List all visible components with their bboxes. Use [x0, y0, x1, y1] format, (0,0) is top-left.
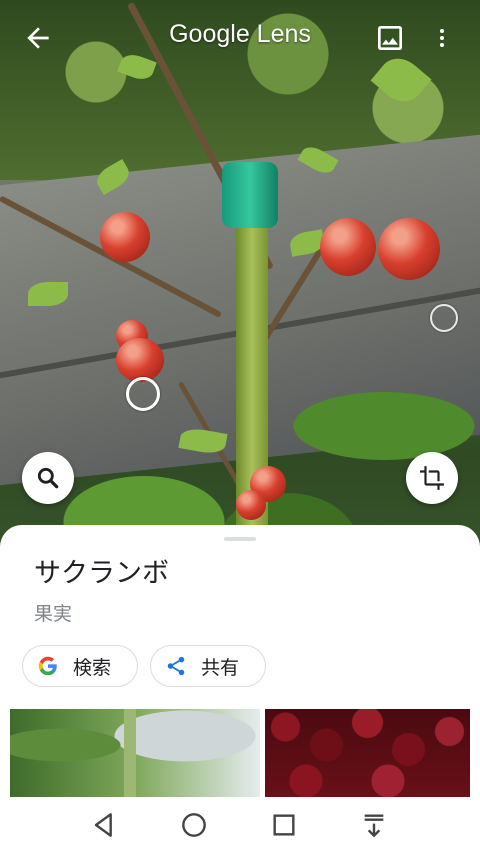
cherry — [236, 490, 266, 520]
search-icon — [37, 467, 59, 489]
search-chip[interactable]: 検索 — [22, 645, 138, 687]
nav-back-icon[interactable] — [88, 809, 120, 841]
app-title: Google Lens — [169, 20, 311, 48]
share-icon — [167, 656, 185, 676]
system-nav-bar — [0, 797, 480, 853]
results-sheet[interactable]: サクランボ 果実 検索 共有 — [0, 525, 480, 825]
search-chip-label: 検索 — [73, 657, 112, 679]
more-vert-icon[interactable] — [430, 22, 454, 54]
share-chip[interactable]: 共有 — [150, 645, 266, 687]
object-detection-dot[interactable] — [430, 304, 458, 332]
result-category: 果実 — [34, 604, 73, 625]
stake-cap — [222, 162, 278, 228]
image-icon[interactable] — [374, 22, 406, 54]
nav-home-icon[interactable] — [178, 809, 210, 841]
nav-recents-icon[interactable] — [268, 809, 300, 841]
leaf — [28, 282, 68, 306]
result-image-cherries[interactable] — [265, 709, 470, 799]
cherry — [320, 218, 376, 276]
crop-button[interactable] — [406, 452, 458, 504]
search-button[interactable] — [22, 452, 74, 504]
crop-icon — [420, 466, 444, 490]
sheet-drag-handle[interactable] — [224, 537, 256, 541]
result-title: サクランボ — [34, 558, 169, 588]
cherry — [100, 212, 150, 262]
top-bar: Google Lens — [0, 0, 480, 72]
nav-notifications-icon[interactable] — [358, 809, 390, 841]
google-g-icon — [38, 656, 57, 676]
cherry — [116, 338, 164, 382]
result-image-tree[interactable] — [10, 709, 260, 799]
cherry — [378, 218, 440, 280]
share-chip-label: 共有 — [201, 657, 240, 679]
tree-trunk — [124, 709, 136, 799]
object-detection-dot[interactable] — [126, 377, 160, 411]
